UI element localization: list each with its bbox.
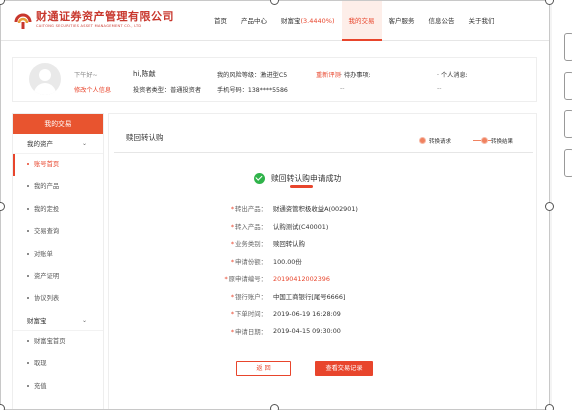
company-logo[interactable]: 财通证券资产管理有限公司 CAITONG SECURITIES ASSET MA… bbox=[13, 11, 174, 31]
success-banner: 赎回转认购申请成功 bbox=[254, 171, 341, 185]
top-header: 财通证券资产管理有限公司 CAITONG SECURITIES ASSET MA… bbox=[1, 1, 549, 41]
messages-label: · 个人消息: bbox=[437, 72, 468, 79]
nav-about[interactable]: 关于我们 bbox=[462, 1, 502, 41]
sidebar-item-trade-query[interactable]: 交易查询 bbox=[13, 221, 103, 243]
detail-row: *业务类别： 赎回转认购 bbox=[230, 240, 305, 249]
success-check-icon bbox=[254, 172, 265, 184]
logo-subtext: CAITONG SECURITIES ASSET MANAGEMENT CO.,… bbox=[36, 24, 142, 28]
sidebar-item-deposit[interactable]: 充值 bbox=[13, 376, 103, 398]
sidebar-item-withdraw[interactable]: 取现 bbox=[13, 353, 103, 375]
detail-row: *银行账户： 中国工商银行[尾号6666] bbox=[230, 292, 346, 301]
sidebar-group-wealth[interactable]: 财富宝 ⌄ bbox=[13, 311, 103, 331]
nav-home[interactable]: 首页 bbox=[207, 1, 234, 41]
todo-label: · 待办事项: bbox=[340, 72, 371, 79]
detail-row: *转出产品： 财通资管积极收益A(002901) bbox=[230, 205, 358, 214]
resize-handle[interactable] bbox=[270, 404, 279, 410]
sidebar-group-assets[interactable]: 我的资产 ⌄ bbox=[13, 134, 103, 154]
nav-products[interactable]: 产品中心 bbox=[234, 1, 274, 41]
app-window: 财通证券资产管理有限公司 CAITONG SECURITIES ASSET MA… bbox=[0, 0, 550, 410]
chevron-down-icon: ⌄ bbox=[81, 316, 87, 324]
messages-value[interactable]: -- bbox=[437, 85, 441, 92]
success-underline bbox=[290, 185, 313, 188]
detail-list: *转出产品： 财通资管积极收益A(002901) *转入产品： 认购测试(C4000… bbox=[207, 200, 358, 340]
side-tab[interactable] bbox=[564, 72, 572, 100]
user-name: hi,陈献 bbox=[133, 70, 156, 78]
side-tab[interactable] bbox=[564, 33, 572, 61]
logo-text: 财通证券资产管理有限公司 bbox=[36, 10, 174, 23]
sidebar-item-my-plans[interactable]: 我的定投 bbox=[13, 199, 103, 221]
nav-customer-service[interactable]: 客户服务 bbox=[382, 1, 422, 41]
side-tab[interactable] bbox=[564, 110, 572, 138]
resize-handle[interactable] bbox=[545, 202, 554, 211]
logo-icon bbox=[13, 11, 33, 31]
step-request: 转换请求 bbox=[429, 139, 452, 145]
greeting: 下午好~ bbox=[74, 72, 98, 79]
resize-handle[interactable] bbox=[545, 404, 554, 410]
main-nav: 首页 产品中心 财富宝(3.4440%) 我的交易 客户服务 信息公告 关于我们 bbox=[207, 1, 502, 41]
sidebar-item-statements[interactable]: 对账单 bbox=[13, 244, 103, 266]
sidebar-item-agreements[interactable]: 协议列表 bbox=[13, 288, 103, 310]
todo-value[interactable]: -- bbox=[340, 85, 344, 92]
sidebar-item-account-home[interactable]: 账号首页 bbox=[13, 154, 103, 177]
nav-my-trades[interactable]: 我的交易 bbox=[341, 1, 382, 41]
sidebar-item-my-products[interactable]: 我的产品 bbox=[13, 176, 103, 198]
reassess-link[interactable]: 重新评测 bbox=[316, 70, 341, 79]
view-records-button[interactable]: 查看交易记录 bbox=[315, 361, 373, 376]
investor-type: 投资者类型：普通投资者 bbox=[133, 87, 202, 94]
risk-level: 我的风险等级：激进型C5 bbox=[217, 72, 288, 79]
step-dot-icon bbox=[481, 137, 488, 144]
step-result: 转换结果 bbox=[491, 139, 514, 145]
sidebar: 我的交易 我的资产 ⌄ 账号首页 我的产品 我的定投 交易查询 对账单 资产证明 … bbox=[12, 113, 104, 409]
phone-number: 手机号码：138****5586 bbox=[217, 87, 288, 94]
success-message: 赎回转认购申请成功 bbox=[271, 173, 342, 183]
main-content: 赎回转认购 转换请求 转换结果 赎回转认购申请成功 *转出产品： 财通资管积极收益… bbox=[108, 113, 537, 409]
chevron-down-icon: ⌄ bbox=[81, 140, 87, 147]
nav-announcements[interactable]: 信息公告 bbox=[422, 1, 462, 41]
edit-profile-link[interactable]: 修改个人信息 bbox=[74, 85, 111, 94]
side-tab[interactable] bbox=[564, 149, 572, 177]
back-button[interactable]: 返 回 bbox=[236, 361, 291, 376]
detail-row: *原申请编号： 20190412002396 bbox=[224, 274, 330, 284]
sidebar-item-asset-proof[interactable]: 资产证明 bbox=[13, 266, 103, 288]
sidebar-header: 我的交易 bbox=[13, 114, 103, 134]
sidebar-item-wealth-home[interactable]: 财富宝首页 bbox=[13, 331, 103, 353]
progress-steps: 转换请求 转换结果 bbox=[419, 136, 529, 146]
page-title: 赎回转认购 bbox=[126, 133, 164, 142]
side-panel-edge bbox=[552, 0, 572, 410]
detail-row: *申请份额： 100.00份 bbox=[230, 257, 302, 266]
avatar-icon bbox=[29, 63, 61, 95]
nav-wealth[interactable]: 财富宝(3.4440%) bbox=[274, 1, 342, 41]
step-dot-icon bbox=[419, 137, 426, 144]
wealth-rate: (3.4440%) bbox=[300, 17, 335, 25]
detail-row: *申请日期： 2019-04-15 09:30:00 bbox=[230, 327, 341, 336]
user-info-bar: 下午好~ 修改个人信息 hi,陈献 我的风险等级：激进型C5 重新评测 投资者类… bbox=[12, 57, 537, 102]
detail-row: *下单时间： 2019-06-19 16:28:09 bbox=[230, 309, 341, 319]
detail-row: *转入产品： 认购测试(C40001) bbox=[230, 222, 329, 231]
title-divider bbox=[114, 152, 533, 153]
